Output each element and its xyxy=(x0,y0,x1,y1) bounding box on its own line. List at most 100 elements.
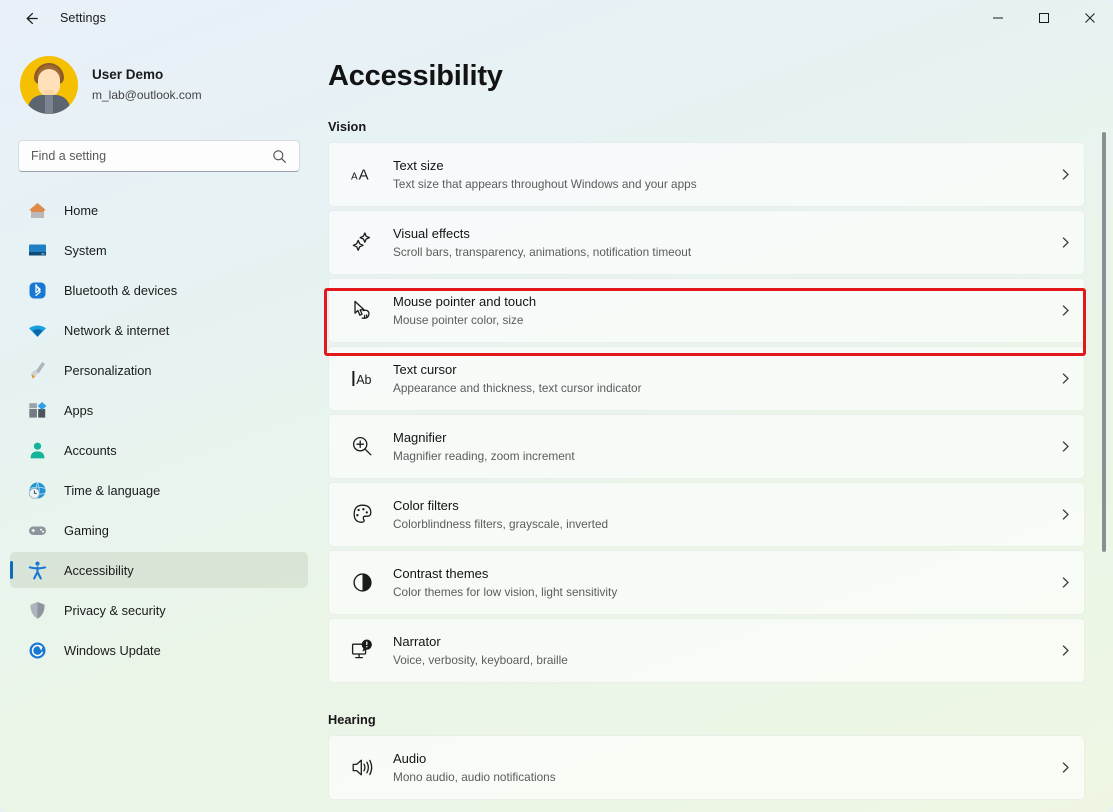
setting-row-description: Mono audio, audio notifications xyxy=(393,769,1046,786)
sidebar-item-label: System xyxy=(64,243,107,258)
window-title: Settings xyxy=(60,11,106,25)
update-icon xyxy=(26,639,48,661)
sidebar-item-accounts[interactable]: Accounts xyxy=(10,432,308,468)
sidebar-item-label: Bluetooth & devices xyxy=(64,283,177,298)
text-cursor-icon: Ab xyxy=(345,366,379,391)
sidebar-item-apps[interactable]: Apps xyxy=(10,392,308,428)
system-icon xyxy=(27,240,48,261)
setting-row-magnifier[interactable]: MagnifierMagnifier reading, zoom increme… xyxy=(328,414,1085,479)
audio-icon xyxy=(350,755,375,780)
sidebar-item-label: Home xyxy=(64,203,98,218)
setting-row-color-filters[interactable]: Color filtersColorblindness filters, gra… xyxy=(328,482,1085,547)
setting-row-contrast-themes[interactable]: Contrast themesColor themes for low visi… xyxy=(328,550,1085,615)
sidebar-item-system[interactable]: System xyxy=(10,232,308,268)
setting-row-description: Mouse pointer color, size xyxy=(393,312,1046,329)
search-box[interactable] xyxy=(18,140,300,172)
sparkle-icon xyxy=(345,230,379,255)
setting-row-chevron xyxy=(1046,372,1084,385)
main-content: Accessibility VisionAAText sizeText size… xyxy=(320,36,1113,812)
title-bar: Settings xyxy=(0,0,1113,36)
setting-row-description: Magnifier reading, zoom increment xyxy=(393,448,1046,465)
sidebar-item-label: Accessibility xyxy=(64,563,134,578)
chevron-right-icon xyxy=(1059,440,1072,453)
setting-row-title: Contrast themes xyxy=(393,565,1046,583)
setting-row-text-size[interactable]: AAText sizeText size that appears throug… xyxy=(328,142,1085,207)
scrollbar-thumb[interactable] xyxy=(1102,132,1106,552)
chevron-right-icon xyxy=(1059,761,1072,774)
sidebar-item-label: Accounts xyxy=(64,443,117,458)
sidebar-item-label: Windows Update xyxy=(64,643,161,658)
chevron-right-icon xyxy=(1059,304,1072,317)
brush-icon xyxy=(26,359,48,381)
setting-row-title: Color filters xyxy=(393,497,1046,515)
account-icon xyxy=(26,439,48,461)
setting-row-title: Visual effects xyxy=(393,225,1046,243)
apps-icon xyxy=(26,399,48,421)
setting-row-description: Color themes for low vision, light sensi… xyxy=(393,584,1046,601)
setting-row-mouse-pointer-and-touch[interactable]: Mouse pointer and touchMouse pointer col… xyxy=(328,278,1085,343)
apps-icon xyxy=(27,400,48,421)
sparkle-icon xyxy=(350,230,375,255)
sidebar-item-label: Apps xyxy=(64,403,93,418)
back-button[interactable] xyxy=(14,4,48,32)
sidebar-item-home[interactable]: Home xyxy=(10,192,308,228)
scrollbar[interactable] xyxy=(1099,40,1109,808)
home-icon xyxy=(26,199,48,221)
sidebar-item-bluetooth-devices[interactable]: Bluetooth & devices xyxy=(10,272,308,308)
account-text: User Demo m_lab@outlook.com xyxy=(92,66,202,104)
avatar xyxy=(20,56,78,114)
bluetooth-icon xyxy=(26,279,48,301)
narrator-icon xyxy=(350,638,375,663)
chevron-right-icon xyxy=(1059,644,1072,657)
shield-icon xyxy=(27,600,48,621)
settings-window: Settings xyxy=(0,0,1113,812)
accessibility-icon xyxy=(26,559,48,581)
magnifier-icon xyxy=(345,434,379,459)
setting-row-title: Narrator xyxy=(393,633,1046,651)
chevron-right-icon xyxy=(1059,576,1072,589)
close-button[interactable] xyxy=(1067,0,1113,36)
section-heading: Hearing xyxy=(320,686,1113,735)
minimize-button[interactable] xyxy=(975,0,1021,36)
clock-globe-icon xyxy=(27,480,48,501)
setting-row-text-cursor[interactable]: AbText cursorAppearance and thickness, t… xyxy=(328,346,1085,411)
setting-row-narrator[interactable]: NarratorVoice, verbosity, keyboard, brai… xyxy=(328,618,1085,683)
setting-row-description: Scroll bars, transparency, animations, n… xyxy=(393,244,1046,261)
setting-row-audio[interactable]: AudioMono audio, audio notifications xyxy=(328,735,1085,800)
gamepad-icon xyxy=(26,519,48,541)
accessibility-icon xyxy=(27,560,48,581)
mouse-pointer-icon xyxy=(350,298,375,323)
contrast-icon xyxy=(345,570,379,595)
setting-row-text: Text sizeText size that appears througho… xyxy=(393,157,1046,193)
setting-row-title: Mouse pointer and touch xyxy=(393,293,1046,311)
sidebar-item-network-internet[interactable]: Network & internet xyxy=(10,312,308,348)
palette-icon xyxy=(345,502,379,527)
brush-icon xyxy=(27,360,48,381)
shield-icon xyxy=(26,599,48,621)
text-cursor-icon: Ab xyxy=(350,366,375,391)
sidebar-item-privacy-security[interactable]: Privacy & security xyxy=(10,592,308,628)
setting-row-chevron xyxy=(1046,304,1084,317)
setting-row-chevron xyxy=(1046,440,1084,453)
setting-row-description: Voice, verbosity, keyboard, braille xyxy=(393,652,1046,669)
svg-text:A: A xyxy=(358,167,368,184)
search-input[interactable] xyxy=(19,141,272,171)
setting-row-visual-effects[interactable]: Visual effectsScroll bars, transparency,… xyxy=(328,210,1085,275)
sidebar-item-windows-update[interactable]: Windows Update xyxy=(10,632,308,668)
setting-row-title: Magnifier xyxy=(393,429,1046,447)
svg-text:Ab: Ab xyxy=(356,373,371,387)
update-icon xyxy=(27,640,48,661)
chevron-right-icon xyxy=(1059,236,1072,249)
maximize-button[interactable] xyxy=(1021,0,1067,36)
wifi-icon xyxy=(26,319,48,341)
sidebar-item-time-language[interactable]: Time & language xyxy=(10,472,308,508)
system-icon xyxy=(26,239,48,261)
sidebar-item-accessibility[interactable]: Accessibility xyxy=(10,552,308,588)
setting-row-description: Appearance and thickness, text cursor in… xyxy=(393,380,1046,397)
close-icon xyxy=(1084,12,1096,24)
sidebar-item-gaming[interactable]: Gaming xyxy=(10,512,308,548)
palette-icon xyxy=(350,502,375,527)
account-summary[interactable]: User Demo m_lab@outlook.com xyxy=(0,36,320,114)
settings-sections: VisionAAText sizeText size that appears … xyxy=(320,93,1113,800)
sidebar-item-personalization[interactable]: Personalization xyxy=(10,352,308,388)
